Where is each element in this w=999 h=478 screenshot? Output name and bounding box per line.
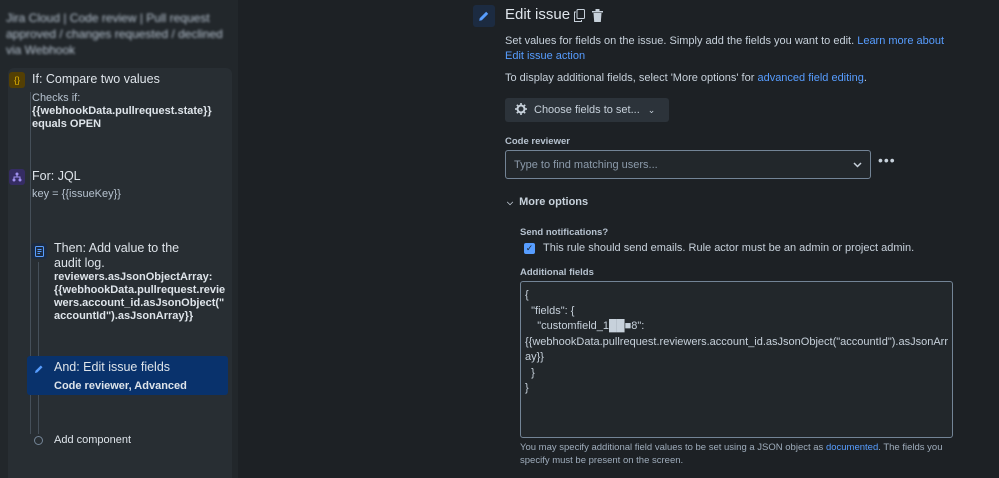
code-reviewer-select[interactable]: Type to find matching users... <box>505 150 871 179</box>
audit-log-icon <box>31 243 47 259</box>
send-notifications-row: ✓ This rule should send emails. Rule act… <box>524 242 914 254</box>
step-title-continued: audit log. <box>54 256 105 270</box>
rule-step-audit-log[interactable]: Then: Add value to the audit log. review… <box>0 240 230 325</box>
chevron-down-icon: ⌄ <box>647 104 656 115</box>
step-detail-line: equals OPEN <box>32 118 102 130</box>
branch-icon <box>9 169 25 185</box>
step-detail-line: {{webhookData.pullrequest.revie <box>54 284 226 296</box>
page-title: Edit issue <box>505 6 571 23</box>
add-component-dot-icon <box>34 436 43 445</box>
pencil-icon <box>473 5 495 27</box>
step-title: And: Edit issue fields <box>54 360 171 374</box>
edit-issue-panel: Edit issue Set values for fields on the … <box>470 0 999 478</box>
step-details: reviewers.asJsonObjectArray: {{webhookDa… <box>54 271 225 323</box>
condition-icon: {} <box>9 72 25 88</box>
add-component-label: Add component <box>54 434 132 446</box>
add-component-button[interactable]: Add component <box>0 432 200 452</box>
documented-link[interactable]: documented <box>826 442 878 453</box>
send-notifications-text: This rule should send emails. Rule actor… <box>543 242 915 254</box>
step-detail-line: reviewers.asJsonObjectArray: <box>54 271 213 283</box>
advanced-field-editing-link[interactable]: advanced field editing <box>757 72 863 84</box>
step-detail-line: wers.account_id.asJsonObject(" <box>54 297 225 309</box>
rule-step-branch[interactable]: For: JQL key = {{issueKey}} <box>0 166 230 206</box>
copy-icon[interactable] <box>574 9 586 22</box>
additional-fields-label: Additional fields <box>520 267 594 278</box>
step-title: For: JQL <box>32 169 81 183</box>
code-reviewer-label: Code reviewer <box>505 136 570 147</box>
rule-step-edit-issue[interactable]: And: Edit issue fields Code reviewer, Ad… <box>0 358 230 394</box>
additional-fields-help: You may specify additional field values … <box>520 442 943 466</box>
more-actions-icon[interactable]: ••• <box>878 152 896 168</box>
step-detail-line: accountId").asJsonArray}} <box>54 310 194 322</box>
choose-fields-label: Choose fields to set... <box>534 104 640 116</box>
send-notifications-label: Send notifications? <box>520 227 609 238</box>
step-detail-line: key = {{issueKey}} <box>32 188 121 200</box>
chevron-down-icon: ⌵ <box>507 198 514 207</box>
choose-fields-button[interactable]: Choose fields to set... ⌄ <box>505 98 669 122</box>
gear-icon <box>515 102 527 118</box>
step-title: If: Compare two values <box>32 72 160 86</box>
more-options-hint: To display additional fields, select 'Mo… <box>505 72 867 84</box>
step-detail-line: Code reviewer, Advanced <box>54 380 187 392</box>
more-options-toggle[interactable]: ⌵ More options <box>507 196 588 208</box>
step-title: Then: Add value to the <box>54 241 180 255</box>
pencil-icon <box>31 361 47 377</box>
step-details: Checks if: {{webhookData.pullrequest.sta… <box>32 92 212 131</box>
rule-step-condition[interactable]: {} If: Compare two values Checks if: {{w… <box>0 68 230 138</box>
description: Set values for fields on the issue. Simp… <box>505 35 945 62</box>
send-notifications-checkbox[interactable]: ✓ <box>524 242 535 254</box>
additional-fields-textarea[interactable]: { "fields": { "customfield_1██■8": {{web… <box>520 281 953 438</box>
step-detail-line: Checks if: <box>32 92 81 104</box>
delete-icon[interactable] <box>592 9 604 22</box>
step-details: Code reviewer, Advanced <box>54 380 187 393</box>
rule-trigger-header: Jira Cloud | Code review | Pull request … <box>6 11 223 57</box>
rule-sidebar: Jira Cloud | Code review | Pull request … <box>0 0 238 478</box>
code-reviewer-placeholder: Type to find matching users... <box>514 158 658 171</box>
chevron-down-icon <box>853 159 862 171</box>
step-detail-line: {{webhookData.pullrequest.state}} <box>32 105 212 117</box>
